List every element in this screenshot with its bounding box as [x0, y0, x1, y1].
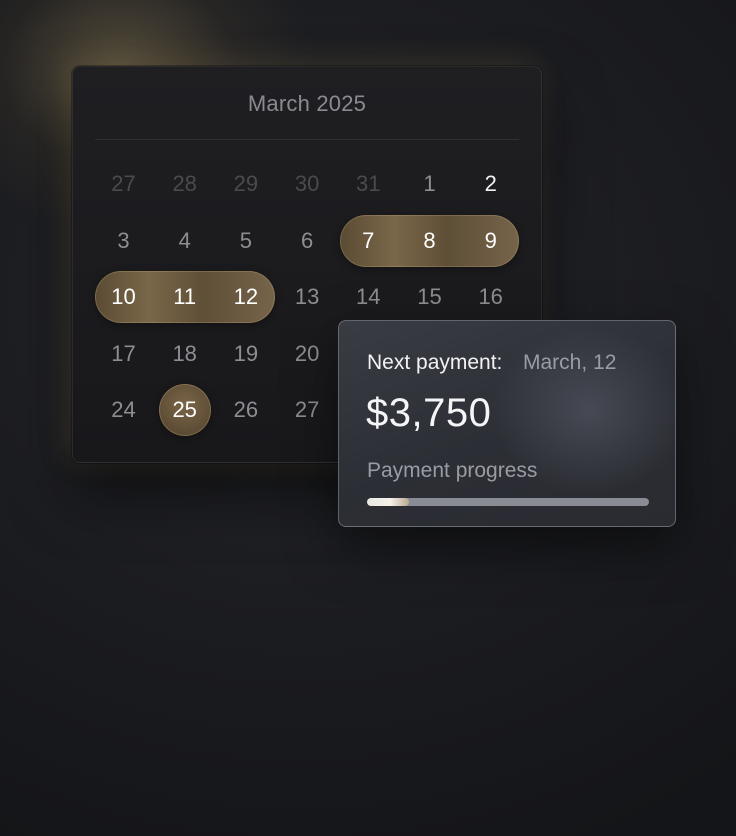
- next-payment-date: March, 12: [523, 351, 617, 374]
- calendar-day[interactable]: 20: [277, 328, 338, 380]
- calendar-day[interactable]: 15: [399, 271, 460, 323]
- calendar-month-title: March 2025: [247, 91, 367, 116]
- calendar-day[interactable]: 11: [154, 271, 215, 323]
- next-payment-label: Next payment:: [367, 351, 503, 374]
- calendar-day[interactable]: 14: [338, 271, 399, 323]
- calendar-day[interactable]: 17: [93, 328, 154, 380]
- payment-card: Next payment: March, 12 $3,750 Payment p…: [338, 320, 676, 527]
- calendar-day[interactable]: 29: [215, 158, 276, 210]
- calendar-day[interactable]: 8: [399, 215, 460, 267]
- calendar-day[interactable]: 18: [154, 328, 215, 380]
- calendar-day[interactable]: 1: [399, 158, 460, 210]
- calendar-day[interactable]: 16: [460, 271, 521, 323]
- calendar-divider: [95, 139, 519, 140]
- calendar-day[interactable]: 7: [338, 215, 399, 267]
- calendar-day[interactable]: 30: [277, 158, 338, 210]
- calendar-day[interactable]: 10: [93, 271, 154, 323]
- payment-progress-label: Payment progress: [367, 459, 538, 482]
- calendar-day[interactable]: 26: [215, 384, 276, 436]
- calendar-week-row: 27 28 29 30 31 1 2: [93, 158, 523, 210]
- calendar-day[interactable]: 12: [215, 271, 276, 323]
- calendar-day[interactable]: 4: [154, 215, 215, 267]
- calendar-day[interactable]: 25: [154, 384, 215, 436]
- calendar-day[interactable]: 3: [93, 215, 154, 267]
- calendar-day[interactable]: 19: [215, 328, 276, 380]
- calendar-day[interactable]: 27: [93, 158, 154, 210]
- calendar-day[interactable]: 2: [460, 158, 521, 210]
- calendar-day[interactable]: 27: [277, 384, 338, 436]
- calendar-day[interactable]: 31: [338, 158, 399, 210]
- calendar-week-row: 3456789: [93, 214, 523, 267]
- payment-progress-bar: [367, 498, 649, 506]
- calendar-day[interactable]: 6: [277, 215, 338, 267]
- calendar-day[interactable]: 13: [277, 271, 338, 323]
- calendar-week-row: 10 11 12 13 14 15 16: [93, 271, 523, 323]
- payment-progress-fill: [367, 498, 410, 506]
- calendar-day[interactable]: 24: [93, 384, 154, 436]
- payment-amount: $3,750: [366, 391, 492, 435]
- calendar-day[interactable]: 9: [460, 215, 521, 267]
- calendar-day[interactable]: 28: [154, 158, 215, 210]
- calendar-day[interactable]: 5: [215, 215, 276, 267]
